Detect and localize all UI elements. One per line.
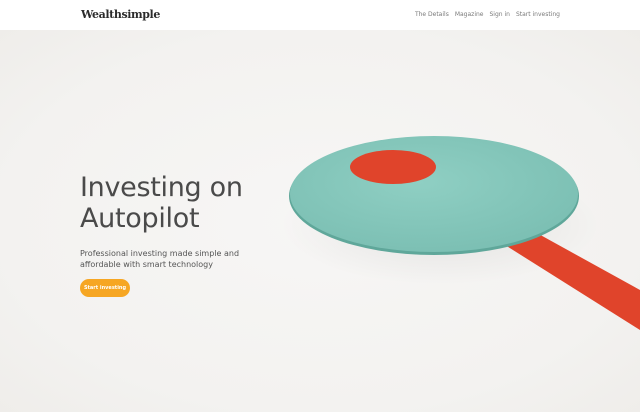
page: Wealthsimple The Details Magazine Sign i… xyxy=(0,0,640,412)
hero-title: Investing on Autopilot xyxy=(80,172,243,234)
red-dot xyxy=(350,150,436,184)
hero-title-line-2: Autopilot xyxy=(80,203,200,234)
top-navigation-bar: Wealthsimple The Details Magazine Sign i… xyxy=(0,0,640,30)
hero-subtitle: Professional investing made simple and a… xyxy=(80,249,240,269)
teal-disc xyxy=(290,136,578,252)
nav-link-start-investing[interactable]: Start investing xyxy=(516,11,560,18)
nav-link-the-details[interactable]: The Details xyxy=(415,11,449,18)
main-nav: The Details Magazine Sign in Start inves… xyxy=(415,11,560,18)
start-investing-button[interactable]: Start investing xyxy=(80,279,130,297)
hero-title-line-1: Investing on xyxy=(80,172,243,203)
nav-link-sign-in[interactable]: Sign in xyxy=(489,11,509,18)
wealthsimple-logo[interactable]: Wealthsimple xyxy=(81,8,160,21)
nav-link-magazine[interactable]: Magazine xyxy=(455,11,484,18)
